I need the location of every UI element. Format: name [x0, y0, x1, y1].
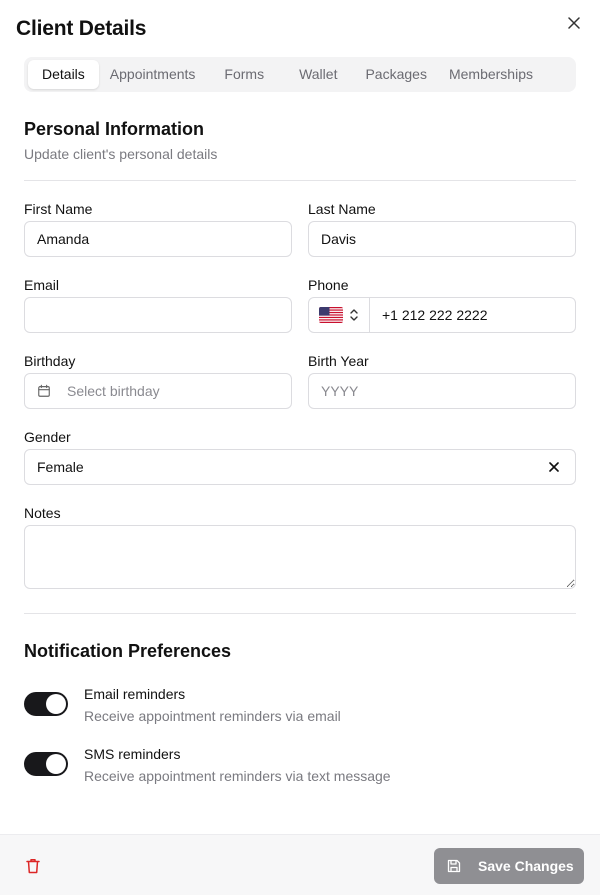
- notes-label: Notes: [24, 505, 61, 521]
- close-icon[interactable]: [566, 15, 582, 31]
- email-label: Email: [24, 277, 60, 293]
- birth-year-label: Birth Year: [308, 353, 369, 369]
- email-field[interactable]: [24, 297, 292, 333]
- trash-icon[interactable]: [24, 857, 42, 875]
- last-name-input[interactable]: [321, 231, 563, 247]
- divider: [24, 180, 576, 181]
- dialog-header: Client Details: [0, 0, 600, 60]
- toggle-knob: [46, 694, 66, 714]
- tab-forms[interactable]: Forms: [206, 60, 282, 89]
- gender-select[interactable]: Female: [24, 449, 576, 485]
- birthday-picker[interactable]: [24, 373, 292, 409]
- sms-reminders-title: SMS reminders: [84, 746, 181, 762]
- birthday-label: Birthday: [24, 353, 76, 369]
- last-name-field[interactable]: [308, 221, 576, 257]
- last-name-label: Last Name: [308, 201, 376, 217]
- tab-bar: Details Appointments Forms Wallet Packag…: [24, 57, 576, 92]
- divider: [24, 613, 576, 614]
- birthday-input[interactable]: [67, 383, 279, 399]
- save-icon: [447, 859, 461, 873]
- tab-packages[interactable]: Packages: [354, 60, 437, 89]
- notes-field[interactable]: [24, 525, 576, 589]
- email-reminders-subtitle: Receive appointment reminders via email: [84, 708, 341, 724]
- gender-value: Female: [37, 459, 84, 475]
- save-changes-button[interactable]: Save Changes: [434, 848, 584, 884]
- toggle-knob: [46, 754, 66, 774]
- email-reminders-toggle[interactable]: [24, 692, 68, 716]
- first-name-input[interactable]: [37, 231, 279, 247]
- phone-label: Phone: [308, 277, 349, 293]
- notes-textarea[interactable]: [25, 526, 575, 588]
- dialog-footer: Save Changes: [0, 834, 600, 895]
- sms-reminders-toggle[interactable]: [24, 752, 68, 776]
- clear-icon[interactable]: [549, 462, 559, 472]
- phone-field[interactable]: [308, 297, 576, 333]
- tab-wallet[interactable]: Wallet: [282, 60, 354, 89]
- dialog-title: Client Details: [16, 17, 147, 40]
- first-name-field[interactable]: [24, 221, 292, 257]
- gender-label: Gender: [24, 429, 71, 445]
- birth-year-input[interactable]: [321, 383, 563, 399]
- personal-info-title: Personal Information: [24, 119, 205, 139]
- tab-appointments[interactable]: Appointments: [99, 60, 207, 89]
- calendar-icon: [38, 384, 50, 397]
- chevron-updown-icon: [350, 309, 358, 321]
- save-changes-label: Save Changes: [478, 858, 574, 874]
- tab-details[interactable]: Details: [28, 60, 99, 89]
- sms-reminders-subtitle: Receive appointment reminders via text m…: [84, 768, 391, 784]
- personal-info-subtitle: Update client's personal details: [24, 146, 218, 162]
- email-reminders-title: Email reminders: [84, 686, 186, 702]
- birth-year-field[interactable]: [308, 373, 576, 409]
- tab-memberships[interactable]: Memberships: [438, 60, 544, 89]
- first-name-label: First Name: [24, 201, 93, 217]
- country-selector[interactable]: [309, 298, 370, 332]
- email-input[interactable]: [37, 307, 279, 323]
- us-flag-icon: [319, 307, 343, 323]
- notification-prefs-title: Notification Preferences: [24, 641, 232, 661]
- phone-input[interactable]: [382, 307, 563, 323]
